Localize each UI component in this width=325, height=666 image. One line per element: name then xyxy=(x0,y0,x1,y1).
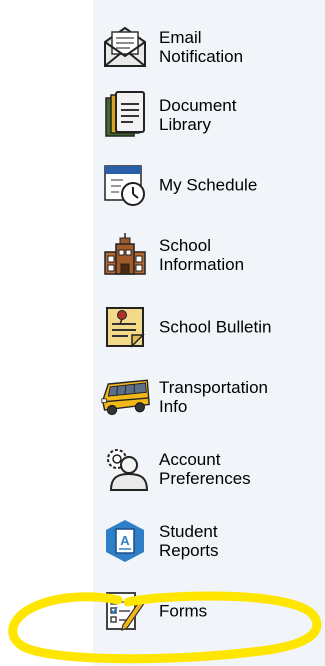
menu-item-my-schedule[interactable]: My Schedule xyxy=(93,154,318,216)
school-bus-icon xyxy=(99,371,151,423)
user-gear-icon xyxy=(99,443,151,495)
menu-item-email-notification[interactable]: Email Notification xyxy=(93,16,318,78)
menu-item-label: My Schedule xyxy=(159,175,258,195)
menu-item-label: School Bulletin xyxy=(159,317,272,337)
school-building-icon xyxy=(99,229,151,281)
envelope-icon xyxy=(99,21,151,73)
document-icon xyxy=(99,89,151,141)
menu-item-label: School Information xyxy=(159,236,245,274)
menu-item-forms[interactable]: Forms xyxy=(93,580,318,642)
menu-item-label: Transportation Info xyxy=(159,378,268,416)
menu-item-label: Account Preferences xyxy=(159,450,251,488)
menu-item-school-information[interactable]: School Information xyxy=(93,224,318,286)
menu-item-document-library[interactable]: Document Library xyxy=(93,84,318,146)
calendar-clock-icon xyxy=(99,159,151,211)
menu-item-label: Document Library xyxy=(159,96,237,134)
menu-item-student-reports[interactable]: A Student Reports xyxy=(93,510,318,572)
menu-item-label: Forms xyxy=(159,601,208,621)
form-checklist-icon xyxy=(99,585,151,637)
menu-item-transportation-info[interactable]: Transportation Info xyxy=(93,366,318,428)
student-report-icon: A xyxy=(99,515,151,567)
menu-item-label: Student Reports xyxy=(159,522,219,560)
menu-item-school-bulletin[interactable]: School Bulletin xyxy=(93,296,318,358)
menu-item-account-preferences[interactable]: Account Preferences xyxy=(93,438,318,500)
svg-text:A: A xyxy=(120,533,130,548)
bulletin-pin-icon xyxy=(99,301,151,353)
menu-item-label: Email Notification xyxy=(159,28,244,66)
